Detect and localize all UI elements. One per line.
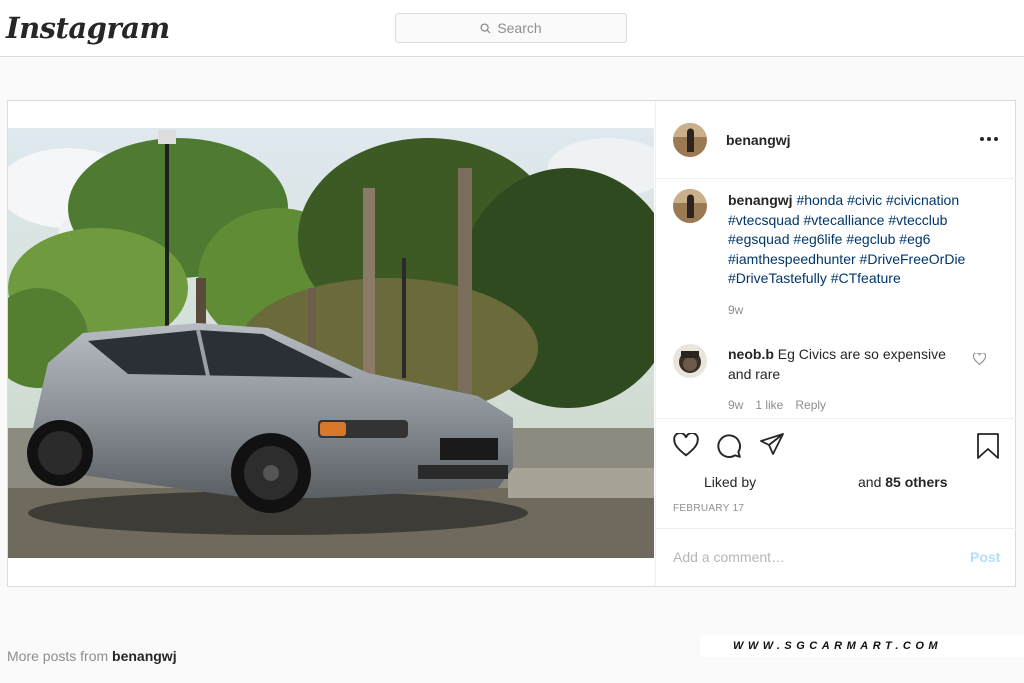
more-options-icon[interactable] (980, 137, 998, 141)
hashtag-link[interactable]: #egclub (846, 231, 895, 247)
hashtag-link[interactable]: #CTfeature (831, 270, 901, 286)
likes-and: and (858, 474, 882, 490)
comment: neob.b Eg Civics are so expensive and ra… (728, 345, 968, 384)
hashtag-link[interactable]: #DriveFreeOrDie (860, 251, 966, 267)
hashtag-link[interactable]: #eg6 (899, 231, 930, 247)
share-icon[interactable] (760, 433, 784, 455)
add-comment-bar: Add a comment… Post (656, 528, 1017, 586)
commenter-avatar[interactable] (673, 344, 707, 378)
hashtag-link[interactable]: #vtecalliance (804, 212, 885, 228)
post-sidebar: benangwj benangwj #honda #civic #civicna… (655, 101, 1017, 586)
search-placeholder: Search (497, 20, 542, 36)
watermark: WWW.SGCARMART.COM (700, 635, 1024, 657)
hashtag-link[interactable]: #civicnation (886, 192, 959, 208)
liked-by-label: Liked by (704, 474, 757, 490)
comment-meta: 9w 1 like Reply (728, 398, 826, 412)
reply-button[interactable]: Reply (795, 398, 826, 412)
search-icon (480, 22, 491, 34)
commenter-username[interactable]: neob.b (728, 346, 774, 362)
post-card: benangwj benangwj #honda #civic #civicna… (7, 100, 1017, 587)
post-date[interactable]: FEBRUARY 17 (673, 503, 744, 514)
author-avatar[interactable] (673, 123, 707, 157)
instagram-logo[interactable]: Instagram (6, 11, 170, 45)
more-posts-heading: More posts from benangwj (7, 648, 177, 664)
likes-count[interactable]: and 85 others (858, 474, 948, 490)
post-comment-button[interactable]: Post (970, 549, 1000, 565)
caption-avatar[interactable] (673, 189, 707, 223)
hashtag-link[interactable]: #eg6life (793, 231, 842, 247)
hashtag-link[interactable]: #egsquad (728, 231, 790, 247)
comment-likes[interactable]: 1 like (755, 398, 783, 412)
hashtag-link[interactable]: #civic (847, 192, 882, 208)
hashtag-link[interactable]: #DriveTastefully (728, 270, 827, 286)
hashtag-link[interactable]: #vtecclub (888, 212, 947, 228)
more-posts-username[interactable]: benangwj (112, 648, 177, 664)
more-posts-prefix: More posts from (7, 648, 109, 664)
search-box[interactable]: Search (395, 13, 627, 43)
likes-others[interactable]: 85 others (885, 474, 947, 490)
hashtag-link[interactable]: #vtecsquad (728, 212, 800, 228)
caption-username[interactable]: benangwj (728, 192, 793, 208)
author-username[interactable]: benangwj (726, 132, 791, 148)
hashtag-link[interactable]: #iamthespeedhunter (728, 251, 856, 267)
comment-time[interactable]: 9w (728, 398, 743, 412)
top-navigation-bar: Instagram Search (0, 0, 1024, 57)
post-header: benangwj (656, 101, 1017, 179)
post-actions: Liked by and 85 others FEBRUARY 17 (656, 418, 1017, 528)
post-caption: benangwj #honda #civic #civicnation #vte… (728, 191, 998, 289)
car-photo-illustration (8, 128, 654, 558)
post-photo[interactable] (8, 128, 654, 558)
bookmark-icon[interactable] (976, 433, 1000, 459)
comment-like-heart-icon[interactable] (973, 353, 986, 365)
comment-icon[interactable] (716, 433, 742, 459)
add-comment-input[interactable]: Add a comment… (673, 549, 785, 565)
heart-icon[interactable] (673, 433, 699, 457)
caption-time[interactable]: 9w (728, 303, 743, 317)
hashtag-link[interactable]: #honda (796, 192, 843, 208)
